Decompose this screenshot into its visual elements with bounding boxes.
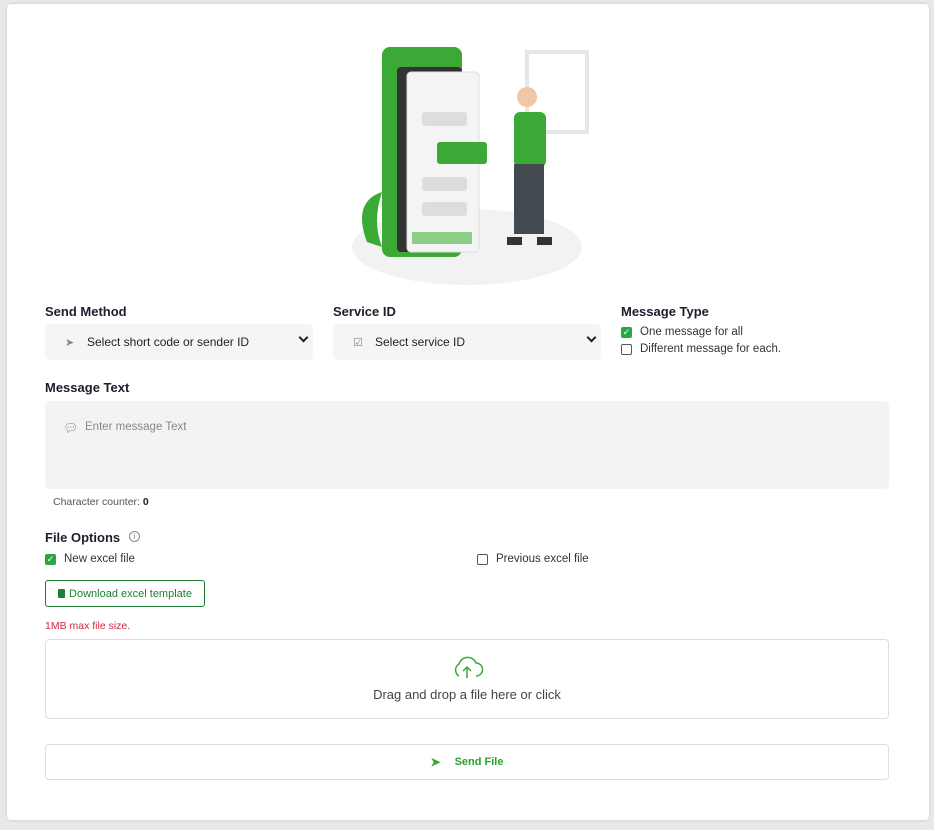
dropzone-text: Drag and drop a file here or click [373, 687, 561, 702]
counter-value: 0 [142, 496, 149, 508]
paper-plane-icon: ➤ [430, 755, 441, 769]
different-message-checkbox[interactable]: Different message for each. [621, 343, 781, 355]
send-method-label: Send Method [45, 304, 127, 319]
file-options-label: File Options [45, 530, 121, 545]
paper-plane-icon: ➤ [65, 336, 75, 349]
checkbox-checked-icon: ✓ [621, 326, 632, 338]
info-icon[interactable]: i [129, 531, 140, 542]
checkbox-icon: ☑ [353, 336, 363, 349]
send-file-button[interactable]: ➤ Send File [45, 744, 889, 780]
checkbox-empty-icon [477, 553, 488, 565]
counter-label: Character counter: [53, 496, 140, 508]
option-label: New excel file [64, 553, 135, 565]
option-label: One message for all [640, 326, 743, 338]
send-method-select[interactable]: ➤ Select short code or sender ID [45, 324, 313, 360]
message-placeholder: Enter message Text [85, 421, 187, 433]
character-counter: Character counter: 0 [53, 496, 149, 508]
message-type-label: Message Type [621, 304, 709, 319]
option-label: Previous excel file [496, 553, 589, 565]
option-label: Different message for each. [640, 343, 782, 355]
download-template-button[interactable]: Download excel template [45, 580, 205, 607]
one-message-checkbox[interactable]: ✓ One message for all [621, 326, 743, 338]
form-card: Send Method ➤ Select short code or sende… [7, 4, 929, 820]
download-label: Download excel template [69, 587, 192, 600]
checkbox-checked-icon: ✓ [45, 553, 56, 565]
checkbox-empty-icon [621, 343, 632, 355]
previous-excel-checkbox[interactable]: Previous excel file [477, 553, 589, 565]
speech-bubble-icon: 💬︎ [63, 421, 79, 435]
service-id-label: Service ID [333, 304, 396, 319]
service-id-placeholder: Select service ID [375, 335, 466, 349]
cloud-upload-icon [454, 656, 484, 678]
service-id-select[interactable]: ☑ Select service ID [333, 324, 601, 360]
message-text-input[interactable]: 💬︎ Enter message Text [45, 401, 889, 489]
chevron-down-icon [298, 332, 309, 343]
excel-file-icon [58, 589, 66, 598]
chevron-down-icon [586, 332, 597, 343]
file-dropzone[interactable]: Drag and drop a file here or click [45, 639, 889, 719]
phone-messaging-illustration [352, 47, 589, 285]
send-method-placeholder: Select short code or sender ID [87, 335, 250, 349]
send-label: Send File [454, 756, 504, 768]
message-text-label: Message Text [45, 380, 130, 395]
max-size-note: 1MB max file size. [45, 620, 131, 632]
new-excel-checkbox[interactable]: ✓ New excel file [45, 553, 135, 565]
